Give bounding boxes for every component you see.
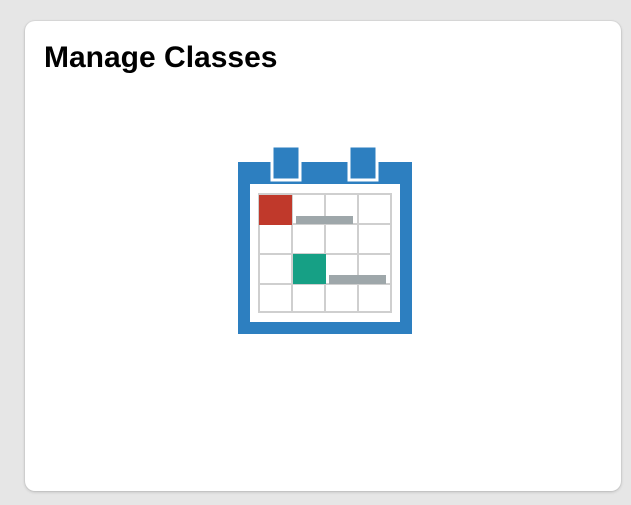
tile-title: Manage Classes <box>44 41 278 74</box>
calendar-icon <box>238 146 412 334</box>
manage-classes-tile[interactable]: Manage Classes <box>25 21 621 491</box>
